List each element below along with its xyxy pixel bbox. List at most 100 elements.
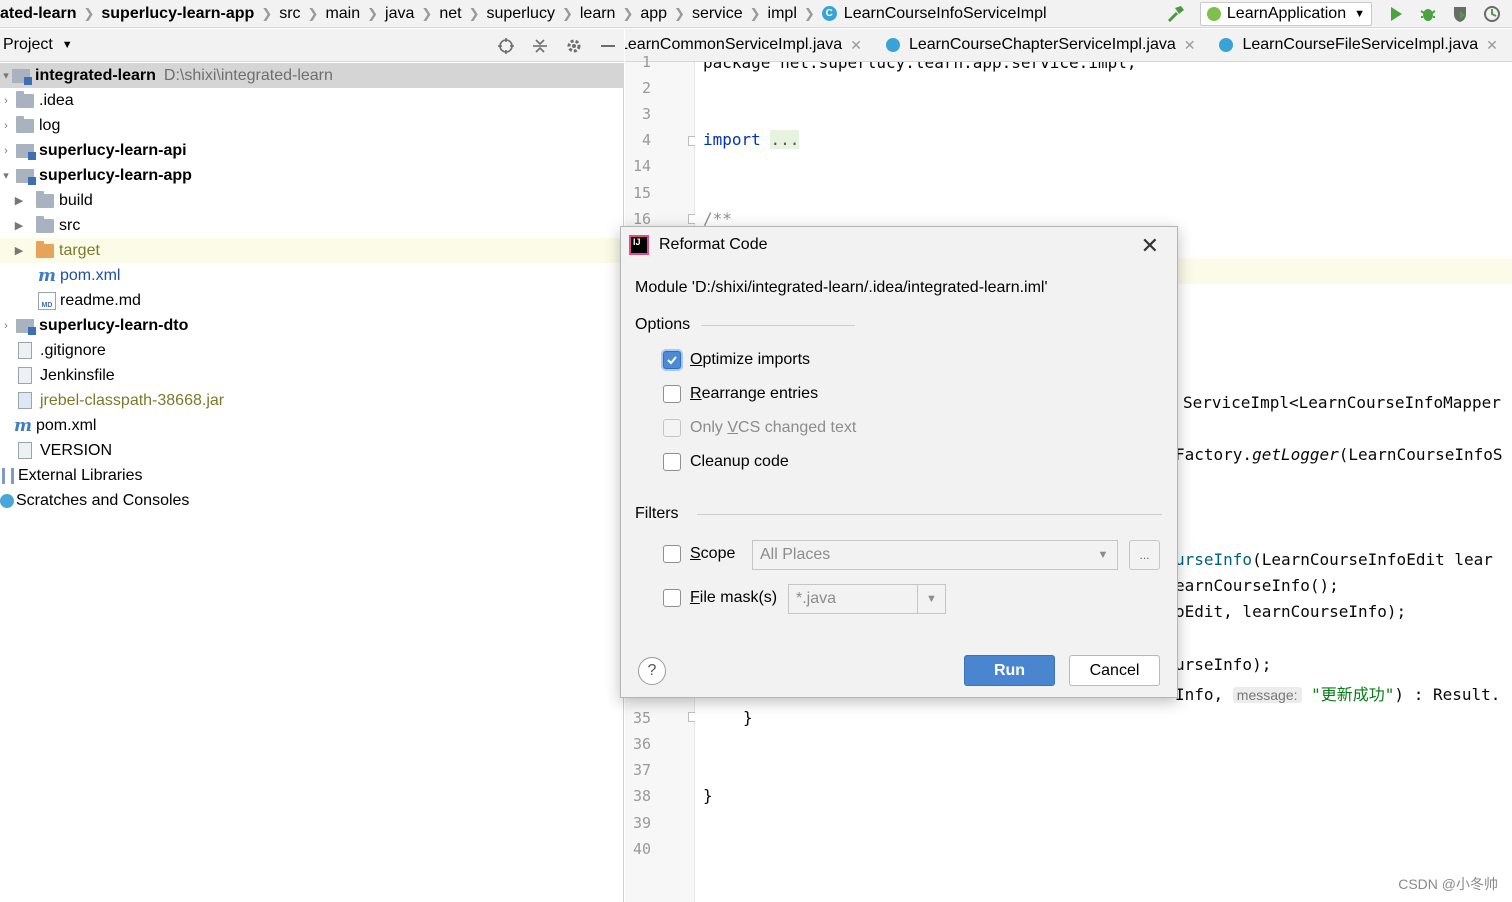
code-text: Info, (1175, 685, 1233, 704)
breadcrumb-item[interactable]: impl ❯ (768, 5, 822, 23)
breadcrumb-item[interactable]: ated-learn ❯ (0, 5, 101, 23)
line-number: 2 (641, 79, 651, 97)
close-icon[interactable]: ✕ (850, 37, 862, 54)
tree-item-src[interactable]: ▶ src (0, 213, 624, 238)
chevron-right-icon: › (4, 144, 8, 157)
minimize-icon[interactable] (598, 36, 618, 56)
breadcrumb-item[interactable]: net ❯ (439, 5, 486, 23)
tree-item-idea[interactable]: › .idea (0, 88, 624, 113)
run-icon[interactable] (1384, 2, 1408, 26)
tree-item-superlucy-learn-app[interactable]: ▾ superlucy-learn-app (0, 163, 624, 188)
tree-item-readme[interactable]: MD readme.md (0, 288, 624, 313)
tab-learn-common-service-impl[interactable]: LearnCommonServiceImpl.java ✕ (625, 36, 872, 54)
class-icon (1219, 38, 1234, 52)
scope-browse-button[interactable]: ... (1129, 540, 1160, 570)
line-number: 35 (632, 709, 651, 727)
string-literal: "更新成功" (1311, 685, 1395, 704)
tree-item-scratches[interactable]: Scratches and Consoles (0, 488, 624, 513)
scope-checkbox[interactable]: Scope (663, 545, 735, 563)
close-icon[interactable]: ✕ (1141, 233, 1159, 259)
run-button[interactable]: Run (964, 655, 1055, 686)
tree-item-label: Scratches and Consoles (16, 491, 190, 509)
profiler-icon[interactable] (1480, 2, 1504, 26)
maven-icon: m (38, 265, 56, 286)
folder-icon (16, 115, 34, 133)
breadcrumb-item-class[interactable]: C LearnCourseInfoServiceImpl (821, 5, 1047, 23)
folded-imports[interactable]: ... (770, 130, 800, 149)
gear-icon[interactable] (564, 36, 584, 56)
build-hammer-icon[interactable] (1164, 2, 1188, 26)
breadcrumb-item[interactable]: superlucy-learn-app ❯ (101, 5, 279, 23)
collapse-all-icon[interactable] (530, 36, 550, 56)
tree-item-root-pom-xml[interactable]: m pom.xml (0, 413, 624, 438)
scratches-icon (0, 493, 14, 508)
tab-learn-course-file-service-impl[interactable]: LearnCourseFileServiceImpl.java ✕ (1205, 36, 1507, 54)
project-tree: ▾ integrated-learn D:\shixi\integrated-l… (0, 63, 624, 902)
code-line-new-info: earnCourseInfo(); (1175, 576, 1339, 595)
tree-item-label: jrebel-classpath-38668.jar (40, 391, 225, 409)
coverage-shield-icon[interactable] (1448, 2, 1472, 26)
file-mask-checkbox[interactable]: File mask(s) (663, 589, 777, 607)
tree-item-label: pom.xml (36, 416, 97, 434)
checkbox-checked[interactable] (663, 351, 681, 369)
tree-item-jenkinsfile[interactable]: Jenkinsfile (0, 363, 624, 388)
checkbox-unchecked[interactable] (663, 589, 681, 607)
debug-bug-icon[interactable] (1416, 2, 1440, 26)
tree-item-label: superlucy-learn-dto (39, 316, 189, 334)
close-icon[interactable]: ✕ (1486, 37, 1498, 54)
chevron-down-icon: ▼ (1097, 549, 1109, 561)
tab-label: LearnCourseFileServiceImpl.java (1242, 36, 1479, 53)
tree-item-superlucy-learn-dto[interactable]: › superlucy-learn-dto (0, 313, 624, 338)
breadcrumb-item[interactable]: app ❯ (640, 5, 692, 23)
close-icon[interactable]: ✕ (1184, 37, 1196, 54)
cancel-button[interactable]: Cancel (1069, 655, 1160, 686)
tree-item-external-libraries[interactable]: External Libraries (0, 463, 624, 488)
tree-item-integrated-learn[interactable]: ▾ integrated-learn D:\shixi\integrated-l… (0, 63, 624, 88)
tab-learn-course-chapter-service-impl[interactable]: LearnCourseChapterServiceImpl.java ✕ (872, 36, 1206, 54)
chevron-right-icon: ❯ (307, 5, 319, 21)
breadcrumb-item[interactable]: main ❯ (325, 5, 385, 23)
chevron-right-icon: ❯ (367, 5, 379, 21)
breadcrumb-item[interactable]: src ❯ (279, 5, 325, 23)
tree-item-jrebel-jar[interactable]: jrebel-classpath-38668.jar (0, 388, 624, 413)
tree-item-build[interactable]: ▶ build (0, 188, 624, 213)
code-text: (LearnCourseInfoEdit lear (1252, 550, 1493, 569)
tree-item-target[interactable]: ▶ target (0, 238, 624, 263)
help-button[interactable]: ? (638, 657, 666, 685)
keyword: import (703, 130, 761, 149)
rearrange-entries-checkbox[interactable]: Rearrange entries (663, 385, 818, 403)
folder-icon (16, 90, 34, 108)
file-mask-select: *.java ▼ (788, 584, 946, 614)
project-view-selector[interactable]: Project ▼ (0, 36, 73, 54)
tree-item-superlucy-learn-api[interactable]: › superlucy-learn-api (0, 138, 624, 163)
text-file-icon (18, 442, 32, 459)
checkbox-unchecked[interactable] (663, 385, 681, 403)
checkbox-unchecked[interactable] (663, 453, 681, 471)
tree-item-pom-xml[interactable]: m pom.xml (0, 263, 624, 288)
line-number: 15 (632, 184, 651, 202)
filters-section-label: Filters (635, 505, 679, 522)
tree-item-gitignore[interactable]: .gitignore (0, 338, 624, 363)
breadcrumb-item[interactable]: superlucy ❯ (486, 5, 579, 23)
breadcrumb-item[interactable]: java ❯ (385, 5, 439, 23)
locate-crosshair-icon[interactable] (496, 36, 516, 56)
tree-item-label: integrated-learn (35, 66, 156, 84)
gitignore-file-icon (18, 342, 32, 359)
chevron-down-icon: ▼ (917, 585, 945, 613)
tree-item-version[interactable]: VERSION (0, 438, 624, 463)
cleanup-code-checkbox[interactable]: Cleanup code (663, 453, 789, 471)
optimize-imports-checkbox[interactable]: Optimize imports (663, 351, 810, 369)
line-number: 1 (641, 53, 651, 71)
checkbox-unchecked[interactable] (663, 545, 681, 563)
filters-divider (697, 514, 1162, 515)
run-configuration-select[interactable]: LearnApplication ▼ (1199, 2, 1372, 26)
code-line-package: package net.superlucy.learn.app.service.… (703, 62, 1136, 72)
breadcrumb-item[interactable]: service ❯ (692, 5, 768, 23)
tree-item-label: .idea (39, 91, 74, 109)
toolbar-right: LearnApplication ▼ (1163, 0, 1512, 27)
tree-item-log[interactable]: › log (0, 113, 624, 138)
mnemonic: O (690, 351, 703, 368)
breadcrumb-label: impl (767, 4, 797, 22)
code-text: ) : Result. (1394, 685, 1501, 704)
breadcrumb-item[interactable]: learn ❯ (580, 5, 640, 23)
